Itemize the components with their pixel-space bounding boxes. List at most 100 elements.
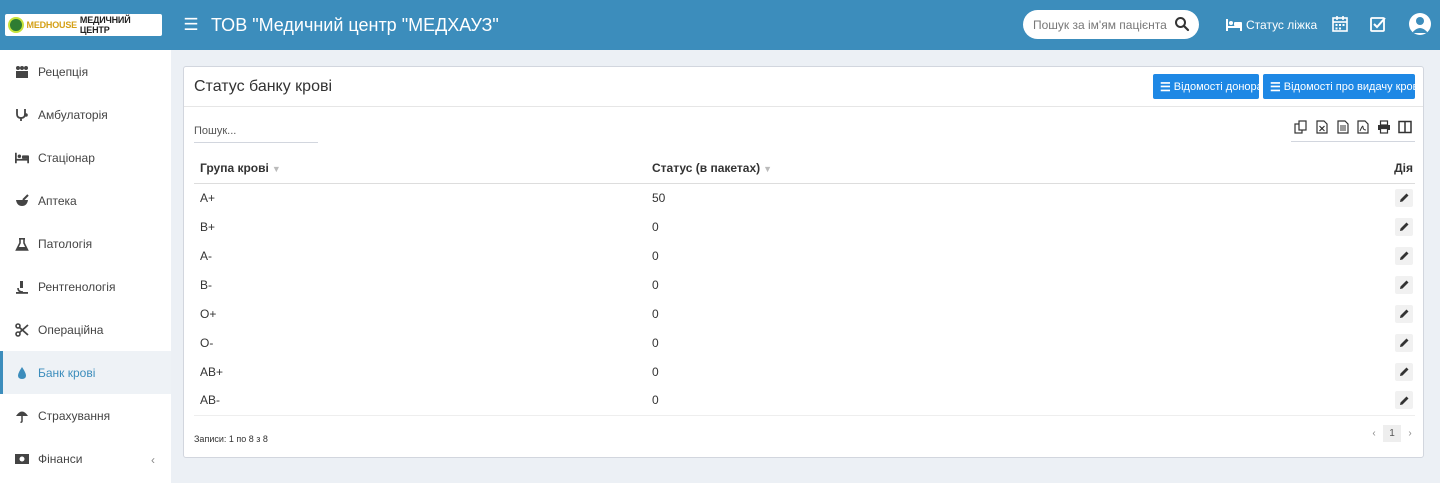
- user-icon: [1412, 17, 1428, 33]
- list-icon: ☰: [1270, 79, 1281, 94]
- bed-status-label: Статус ліжка: [1246, 18, 1318, 32]
- blood-group-cell: A+: [200, 190, 216, 205]
- sidebar-item-pathology[interactable]: Патологія: [0, 222, 171, 265]
- edit-button[interactable]: [1395, 275, 1413, 294]
- pagination-page-1[interactable]: 1: [1383, 425, 1401, 442]
- excel-icon[interactable]: [1315, 120, 1329, 134]
- sidebar-item-label: Амбулаторія: [38, 107, 108, 122]
- donor-info-label: Відомості донора: [1173, 80, 1263, 93]
- table-row: O- 0: [194, 328, 1415, 357]
- blood-issue-info-label: Відомості про видачу крові: [1283, 80, 1421, 93]
- blood-status-table: Група крові ▼ Статус (в пакетах) ▼ Дія A+ …: [194, 154, 1415, 416]
- sidebar-item-insurance[interactable]: Страхування: [0, 394, 171, 437]
- umbrella-icon: [15, 409, 29, 423]
- bed-icon: [15, 151, 29, 165]
- logo-brand: MEDHOUSE: [26, 20, 78, 30]
- blood-group-cell: B-: [200, 277, 212, 292]
- donor-info-button[interactable]: ☰ Відомості донора: [1153, 74, 1263, 99]
- pencil-icon: [1399, 309, 1408, 318]
- status-cell: 0: [652, 248, 659, 263]
- status-cell: 0: [652, 364, 659, 379]
- table-row: A+ 50: [194, 183, 1415, 212]
- sidebar-item-reception[interactable]: Рецепція: [0, 50, 171, 93]
- edit-button[interactable]: [1395, 304, 1413, 323]
- logo-area[interactable]: MEDHOUSE МЕДИЧНИЙ ЦЕНТР: [0, 0, 171, 50]
- sidebar-item-label: Стаціонар: [38, 150, 95, 165]
- blood-issue-info-button[interactable]: ☰ Відомості про видачу крові: [1263, 74, 1421, 99]
- table-row: A- 0: [194, 241, 1415, 270]
- column-header-blood-group[interactable]: Група крові ▼: [194, 154, 646, 184]
- edit-button[interactable]: [1395, 333, 1413, 352]
- logo[interactable]: MEDHOUSE МЕДИЧНИЙ ЦЕНТР: [5, 14, 162, 36]
- patient-search: [1023, 10, 1199, 39]
- pencil-icon: [1399, 251, 1408, 260]
- calendar-icon[interactable]: [1331, 15, 1349, 33]
- column-header-action: Дія: [1305, 154, 1415, 184]
- records-info: Записи: 1 по 8 з 8: [194, 434, 268, 444]
- sidebar-item-blood-bank[interactable]: Банк крові: [0, 351, 171, 394]
- search-icon[interactable]: [1174, 16, 1190, 32]
- patient-search-input[interactable]: [1033, 17, 1173, 32]
- pencil-icon: [1399, 396, 1408, 405]
- table-row: AB+ 0: [194, 357, 1415, 386]
- blood-group-cell: B+: [200, 219, 216, 234]
- sidebar-item-label: Патологія: [38, 236, 93, 251]
- sidebar-item-pharmacy[interactable]: Аптека: [0, 179, 171, 222]
- chevron-left-icon: ‹: [151, 453, 155, 467]
- status-cell: 0: [652, 335, 659, 350]
- page-title: Статус банку крові: [194, 78, 333, 95]
- scissors-icon: [15, 322, 29, 337]
- table-row: B- 0: [194, 270, 1415, 299]
- edit-button[interactable]: [1395, 391, 1413, 410]
- sidebar-item-inpatient[interactable]: Стаціонар: [0, 136, 171, 179]
- sidebar-item-outpatient[interactable]: Амбулаторія: [0, 93, 171, 136]
- sidebar: Рецепція Амбулаторія Стаціонар Аптека Па…: [0, 50, 171, 483]
- top-navbar: MEDHOUSE МЕДИЧНИЙ ЦЕНТР ☰ ТОВ "Медичний …: [0, 0, 1440, 50]
- pdf-icon[interactable]: [1356, 120, 1370, 134]
- menu-toggle-icon[interactable]: ☰: [183, 15, 199, 35]
- blood-group-cell: A-: [200, 248, 212, 263]
- xray-icon: [15, 280, 29, 294]
- status-cell: 0: [652, 219, 659, 234]
- blood-bank-panel: Статус банку крові ☰ Відомості донора ☰ …: [183, 66, 1424, 458]
- app-title: ТОВ "Медичний центр "МЕДХАУЗ": [211, 14, 499, 35]
- column-header-status[interactable]: Статус (в пакетах) ▼: [646, 154, 1306, 184]
- flask-icon: [15, 237, 29, 251]
- table-search-input[interactable]: [194, 122, 318, 143]
- status-cell: 0: [652, 277, 659, 292]
- edit-button[interactable]: [1395, 362, 1413, 381]
- pagination: ‹ 1 ›: [1365, 425, 1419, 442]
- sidebar-item-operating[interactable]: Операційна: [0, 308, 171, 351]
- print-icon[interactable]: [1377, 120, 1391, 134]
- blood-group-cell: AB+: [200, 364, 224, 379]
- bed-status-link[interactable]: Статус ліжка: [1226, 18, 1317, 32]
- pencil-icon: [1399, 222, 1408, 231]
- export-toolbar: [1291, 120, 1415, 142]
- sidebar-item-finance[interactable]: Фінанси ‹: [0, 437, 171, 480]
- bed-icon: [1226, 19, 1242, 31]
- pagination-next[interactable]: ›: [1401, 425, 1419, 442]
- sort-icon: ▼: [763, 164, 773, 175]
- sidebar-item-label: Аптека: [38, 193, 77, 208]
- copy-icon[interactable]: [1294, 120, 1308, 134]
- pencil-icon: [1399, 280, 1408, 289]
- blood-group-cell: O-: [200, 335, 214, 350]
- edit-button[interactable]: [1395, 188, 1413, 207]
- pencil-icon: [1399, 367, 1408, 376]
- columns-icon[interactable]: [1398, 120, 1412, 134]
- edit-button[interactable]: [1395, 217, 1413, 236]
- pagination-prev[interactable]: ‹: [1365, 425, 1383, 442]
- logo-subtitle: МЕДИЧНИЙ ЦЕНТР: [79, 15, 131, 35]
- sidebar-item-radiology[interactable]: Рентгенологія: [0, 265, 171, 308]
- mortar-pestle-icon: [15, 193, 29, 208]
- csv-icon[interactable]: [1336, 120, 1350, 134]
- sidebar-item-label: Фінанси: [38, 451, 83, 466]
- user-avatar[interactable]: [1409, 13, 1431, 35]
- sidebar-item-label: Операційна: [38, 322, 104, 337]
- table-row: B+ 0: [194, 212, 1415, 241]
- edit-button[interactable]: [1395, 246, 1413, 265]
- task-check-icon[interactable]: [1369, 15, 1387, 33]
- sidebar-item-label: Рецепція: [38, 64, 89, 79]
- blood-group-cell: AB-: [194, 386, 646, 416]
- table-header-row: Група крові ▼ Статус (в пакетах) ▼ Дія: [194, 154, 1415, 184]
